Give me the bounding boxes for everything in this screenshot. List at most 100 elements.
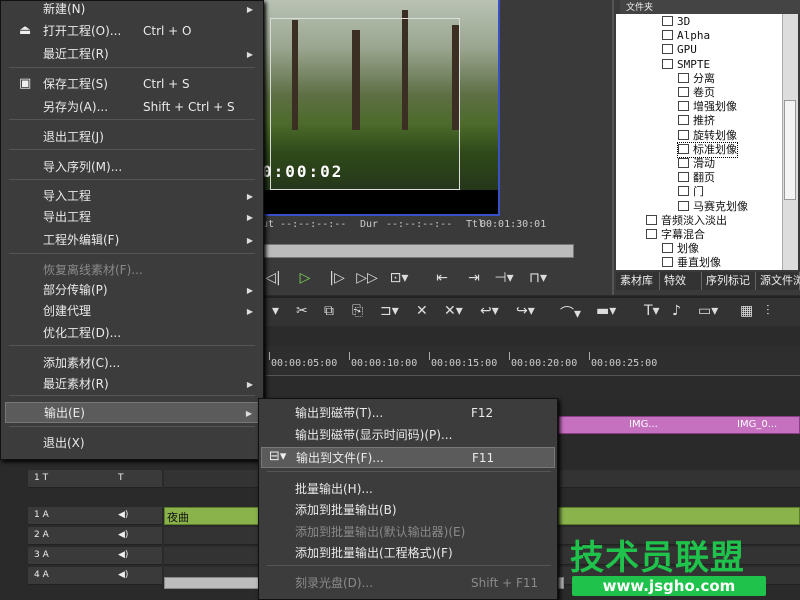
tree-item[interactable]: 3D (662, 15, 690, 29)
tree-item[interactable]: 标准划像 (677, 141, 738, 158)
settings-icon[interactable]: ⫶ (766, 303, 770, 319)
tree-item[interactable]: 滑动 (678, 157, 715, 171)
menu-item[interactable]: 退出工程(J) (5, 127, 261, 148)
timecode-display: 0:00:02 (262, 162, 344, 181)
track-header[interactable]: 1 A ◀) (28, 507, 162, 525)
menu-item-label: 最近工程(R) (43, 47, 109, 61)
export-icon[interactable]: ⊓▾ (526, 266, 550, 290)
copy-icon[interactable]: ⧉ (324, 303, 334, 319)
bin-tab[interactable]: 序列标记 (702, 272, 756, 290)
mic-icon[interactable]: ♪ (672, 303, 681, 319)
track-header[interactable]: 3 A ◀) (28, 547, 162, 565)
menu-item[interactable]: 优化工程(D)... (5, 323, 261, 344)
menu-item[interactable]: 最近素材(R) ▶ (5, 374, 261, 395)
track-header[interactable]: 1 T T (28, 470, 162, 488)
mixer-icon[interactable]: ▬▾ (596, 303, 616, 319)
menu-item[interactable]: 添加素材(C)... (5, 353, 261, 374)
menu-item: 恢复离线素材(F)... (5, 260, 261, 281)
menu-item-label: 添加素材(C)... (43, 356, 121, 370)
menu-item[interactable]: 保存工程(S) Ctrl + S (5, 74, 261, 95)
menu-item[interactable]: 创建代理 ▶ (5, 301, 261, 322)
speaker-icon[interactable]: ◀) (118, 530, 128, 540)
marker-icon[interactable]: ⌒▾ (560, 303, 581, 323)
menu-item[interactable]: 导入序列(M)... (5, 157, 261, 178)
speaker-icon[interactable]: ◀) (118, 510, 128, 520)
step-back-icon[interactable]: ◁| (264, 266, 282, 290)
tree-item-label: 3D (677, 15, 691, 28)
tree-item[interactable]: 分离 (678, 72, 715, 86)
tree-item[interactable]: GPU (662, 43, 697, 57)
tree-item[interactable]: 划像 (662, 242, 699, 256)
tree-item[interactable]: 翻页 (678, 171, 715, 185)
menu-separator (9, 179, 255, 180)
ripple-delete-icon[interactable]: ✕▾ (444, 303, 463, 319)
menu-item[interactable]: 新建(N) ▶ (5, 0, 261, 20)
dropdown-icon[interactable]: ▾ (272, 303, 279, 319)
fast-forward-icon[interactable]: ▷▷ (356, 266, 378, 290)
tree-item[interactable]: 音频淡入淡出 (646, 214, 727, 228)
menu-item[interactable]: 退出(X) (5, 433, 261, 454)
tree-item-label: 标准划像 (693, 142, 737, 156)
menu-item[interactable]: 输出到磁带(显示时间码)(P)... (261, 425, 555, 446)
menu-item[interactable]: 输出到文件(F)... F11 (261, 447, 555, 468)
timeline-ruler[interactable]: 00:00:05:00 00:00:10:00 00:00:15:00 00:00:2… (265, 346, 800, 376)
menu-item-label: 另存为(A)... (43, 100, 109, 114)
tree-item[interactable]: 增强划像 (678, 100, 737, 114)
tree-item[interactable]: 卷页 (678, 86, 715, 100)
tree-item[interactable]: 门 (678, 185, 704, 199)
undo-icon[interactable]: ↩▾ (480, 303, 499, 319)
tree-item[interactable]: 马赛克划像 (678, 200, 748, 214)
menu-item[interactable]: 添加到批量输出(B) (261, 500, 555, 521)
tree-item[interactable]: 旋转划像 (678, 129, 737, 143)
menu-item[interactable]: 打开工程(O)... Ctrl + O (5, 21, 261, 42)
split-icon[interactable]: ⊣▾ (492, 266, 516, 290)
bin-tab[interactable]: 源文件浏 (756, 272, 800, 290)
link-icon[interactable]: ⊐▾ (380, 303, 399, 319)
track-label: 4 A (34, 570, 49, 580)
speaker-icon[interactable]: ◀) (118, 570, 128, 580)
tree-item-label: 滑动 (693, 157, 715, 170)
menu-item[interactable]: 批量输出(H)... (261, 479, 555, 500)
delete-icon[interactable]: ✕ (416, 303, 428, 319)
watermark-logo: 技术员联盟 (570, 538, 745, 578)
menu-item[interactable]: 输出到磁带(T)... F12 (261, 403, 555, 424)
preview-scrub-bar[interactable] (262, 244, 574, 258)
title-icon[interactable]: T▾ (644, 303, 660, 319)
tree-item[interactable]: 推挤 (678, 114, 715, 128)
menu-item-label: 保存工程(S) (43, 77, 108, 91)
menu-item[interactable]: 部分传输(P) ▶ (5, 280, 261, 301)
menu-item[interactable]: 输出(E) ▶ (5, 402, 261, 423)
play-icon[interactable]: ▷ (296, 266, 314, 290)
bin-tab[interactable]: 素材库 (616, 272, 660, 290)
tree-item[interactable]: 字幕混合 (646, 228, 705, 242)
menu-item[interactable]: 另存为(A)... Shift + Ctrl + S (5, 97, 261, 118)
folder-icon (678, 172, 689, 183)
tree-item[interactable]: Alpha (662, 29, 710, 43)
tree-item[interactable]: SMPTE (662, 58, 710, 72)
redo-icon[interactable]: ↪▾ (516, 303, 535, 319)
mark-out-icon[interactable]: ⇥ (462, 266, 486, 290)
tree-item-label: 音频淡入淡出 (661, 213, 727, 227)
paste-icon[interactable]: ⎘ (352, 303, 363, 319)
color-icon[interactable]: ▭▾ (698, 303, 718, 319)
menu-item[interactable]: 最近工程(R) ▶ (5, 44, 261, 65)
menu-item-label: 刻录光盘(D)... (295, 576, 374, 590)
track-header[interactable]: 2 A ◀) (28, 527, 162, 545)
video-clip[interactable]: IMG... IMG_0... (558, 416, 800, 434)
menu-item[interactable]: 导出工程 ▶ (5, 207, 261, 228)
menu-item[interactable]: 导入工程 ▶ (5, 186, 261, 207)
title-track-icon[interactable]: T (118, 473, 124, 483)
tree-item[interactable]: 垂直划像 (662, 256, 721, 270)
tree-scrollbar-thumb[interactable] (784, 100, 796, 200)
grid-icon[interactable]: ▦ (740, 303, 753, 319)
submenu-arrow-icon: ▶ (245, 409, 252, 418)
menu-item[interactable]: 工程外编辑(F) ▶ (5, 230, 261, 251)
mark-in-icon[interactable]: ⇤ (430, 266, 454, 290)
step-forward-icon[interactable]: |▷ (328, 266, 346, 290)
loop-icon[interactable]: ⊡▾ (388, 266, 410, 290)
menu-item[interactable]: 添加到批量输出(工程格式)(F) (261, 543, 555, 564)
bin-tab[interactable]: 特效 (660, 272, 702, 290)
track-header[interactable]: 4 A ◀) (28, 567, 162, 585)
speaker-icon[interactable]: ◀) (118, 550, 128, 560)
cut-icon[interactable]: ✂ (296, 303, 308, 319)
